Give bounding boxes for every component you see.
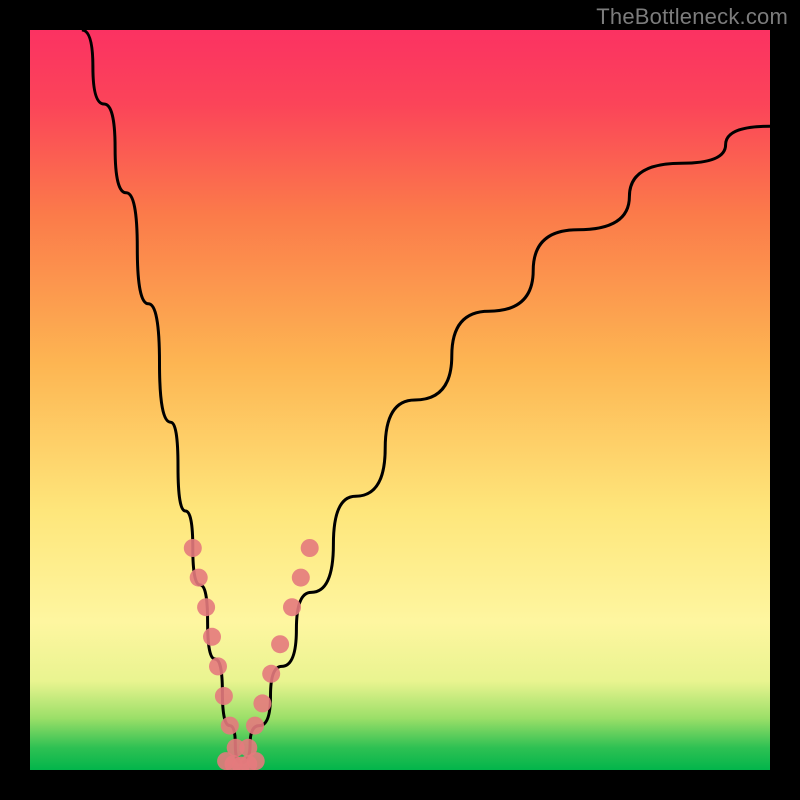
outer-frame: TheBottleneck.com [0, 0, 800, 800]
sample-dot [209, 657, 227, 675]
chart-svg [30, 30, 770, 770]
sample-dot [246, 717, 264, 735]
sample-dot [197, 598, 215, 616]
sample-dot [253, 694, 271, 712]
sample-dot [184, 539, 202, 557]
sample-dot [271, 635, 289, 653]
sample-dot [283, 598, 301, 616]
sample-dot [247, 752, 265, 770]
sample-dot [292, 569, 310, 587]
sample-dot [301, 539, 319, 557]
sample-dot [190, 569, 208, 587]
plot-area [30, 30, 770, 770]
curve-left [82, 30, 241, 763]
sample-dot [203, 628, 221, 646]
sample-dot [262, 665, 280, 683]
sample-dot [221, 717, 239, 735]
watermark-label: TheBottleneck.com [596, 4, 788, 30]
sample-dot [215, 687, 233, 705]
bottleneck-curve [82, 30, 770, 763]
curve-right [241, 126, 770, 762]
